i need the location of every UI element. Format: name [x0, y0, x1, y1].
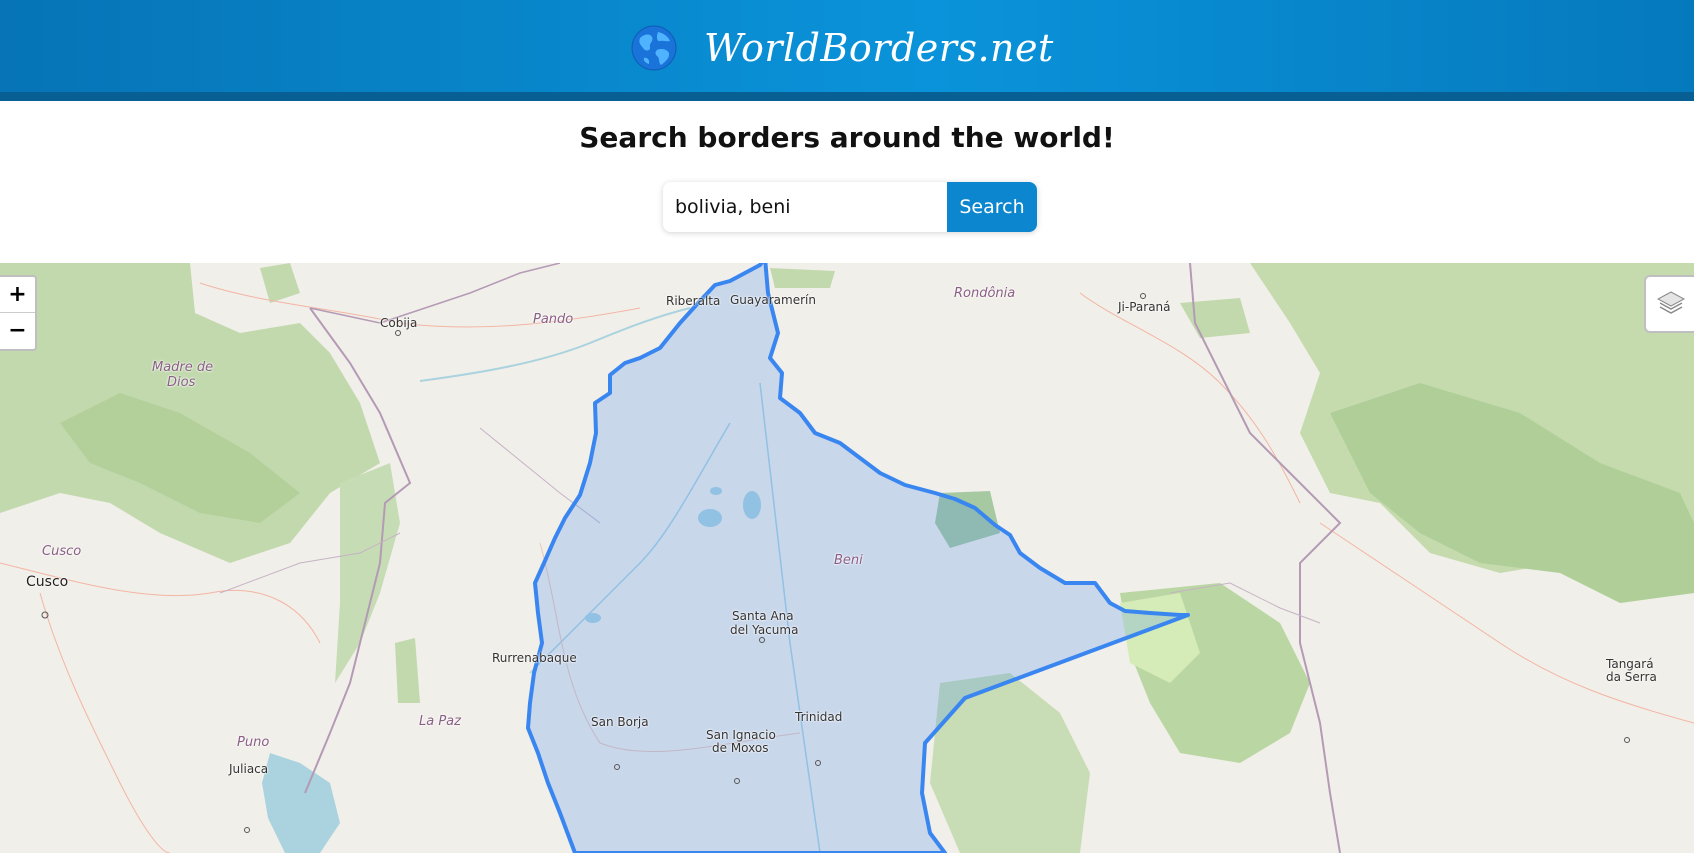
label-san-ignacio-line1: San Ignacio — [706, 728, 776, 742]
label-san-ignacio-line2: de Moxos — [712, 741, 769, 755]
site-header: WorldBorders.net — [0, 0, 1694, 101]
label-rondonia: Rondônia — [954, 286, 1016, 301]
label-santa-ana-line1: Santa Ana — [732, 609, 794, 623]
layers-icon — [1656, 291, 1686, 314]
label-juliaca: Juliaca — [229, 762, 269, 776]
label-cobija: Cobija — [380, 316, 418, 330]
label-cusco-region: Cusco — [42, 544, 82, 559]
brand-name: WorldBorders.net — [704, 26, 1054, 70]
map[interactable]: Riberalta Guayaramerín Rondônia Ji-Paran… — [0, 263, 1694, 853]
label-trinidad: Trinidad — [795, 710, 843, 724]
label-san-borja: San Borja — [591, 715, 649, 729]
label-ji-parana: Ji-Paraná — [1118, 300, 1171, 314]
label-tangara-line2: da Serra — [1606, 670, 1657, 684]
page-headline: Search borders around the world! — [579, 121, 1115, 154]
zoom-in-button[interactable]: + — [0, 277, 35, 313]
zoom-control: + − — [0, 275, 37, 351]
search-input[interactable] — [663, 182, 947, 232]
label-cusco-city: Cusco — [26, 574, 69, 590]
label-madre-de-dios-line2: Dios — [167, 375, 196, 390]
label-tangara-line1: Tangará — [1606, 657, 1654, 671]
forest-area-central-north — [770, 268, 835, 288]
label-rurrenabaque: Rurrenabaque — [492, 651, 577, 665]
search-button[interactable]: Search — [947, 182, 1037, 232]
search-form: Search — [663, 182, 1037, 232]
label-santa-ana-line2: del Yacuma — [730, 623, 799, 637]
label-riberalta: Riberalta — [666, 294, 721, 308]
label-guayaramerin: Guayaramerín — [730, 293, 816, 307]
brand[interactable]: WorldBorders.net — [630, 20, 1054, 76]
label-pando: Pando — [533, 312, 574, 327]
label-la-paz: La Paz — [419, 714, 461, 729]
label-puno: Puno — [237, 735, 270, 750]
label-beni: Beni — [834, 553, 863, 568]
globe-icon — [631, 25, 677, 71]
zoom-out-button[interactable]: − — [0, 313, 35, 348]
label-madre-de-dios-line1: Madre de — [152, 360, 214, 375]
layers-button[interactable] — [1644, 275, 1694, 333]
